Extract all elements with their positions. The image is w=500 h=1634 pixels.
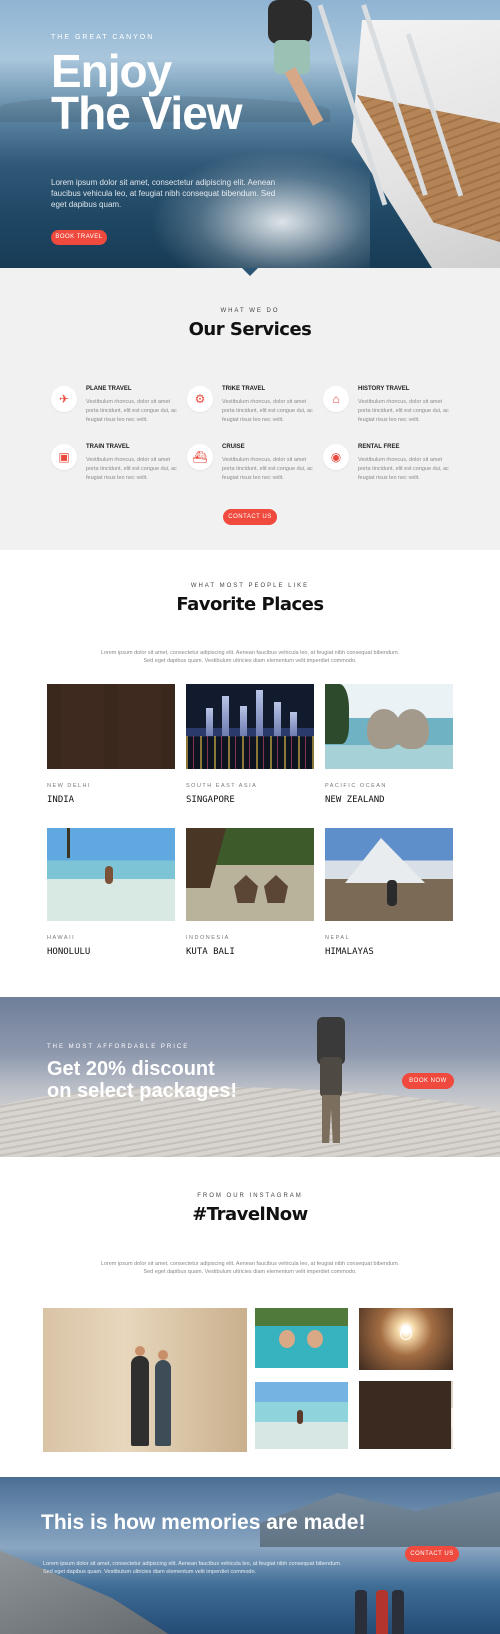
discount-title-line1: Get 20% discount bbox=[47, 1058, 215, 1080]
hiker-figure bbox=[355, 1590, 367, 1634]
place-image[interactable] bbox=[186, 828, 314, 921]
service-item: ⌂ HISTORY TRAVEL Vestibulum rhoncus, dol… bbox=[323, 386, 473, 436]
hiker-figure bbox=[392, 1590, 404, 1634]
place-name[interactable]: INDIA bbox=[47, 795, 175, 805]
discount-title: Get 20% discount on select packages! bbox=[47, 1058, 237, 1102]
service-item: ⚙ TRIKE TRAVEL Vestibulum rhoncus, dolor… bbox=[187, 386, 337, 436]
hiker-figure bbox=[312, 1017, 352, 1147]
places-title: Favorite Places bbox=[176, 594, 324, 615]
places-section: WHAT MOST PEOPLE LIKE Favorite Places Lo… bbox=[0, 550, 500, 997]
traveler-figure bbox=[262, 0, 324, 140]
service-name: HISTORY TRAVEL bbox=[358, 386, 410, 392]
service-desc: Vestibulum rhoncus, dolor sit amet porta… bbox=[86, 457, 177, 481]
instagram-title: #TravelNow bbox=[192, 1204, 308, 1225]
place-location: NEPAL bbox=[325, 935, 351, 941]
place-card[interactable]: NEPAL HIMALAYAS bbox=[325, 828, 453, 957]
place-image[interactable] bbox=[47, 684, 175, 769]
service-name: PLANE TRAVEL bbox=[86, 386, 132, 392]
services-eyebrow: WHAT WE DO bbox=[220, 308, 280, 314]
service-desc: Vestibulum rhoncus, dolor sit amet porta… bbox=[86, 399, 177, 423]
place-image[interactable] bbox=[325, 684, 453, 769]
services-title: Our Services bbox=[188, 319, 312, 340]
place-location: SOUTH EAST ASIA bbox=[186, 783, 258, 789]
car-icon: ◉ bbox=[323, 444, 349, 470]
place-name[interactable]: NEW ZEALAND bbox=[325, 795, 453, 805]
discount-title-line2: on select packages! bbox=[47, 1080, 238, 1102]
place-location: INDONESIA bbox=[186, 935, 230, 941]
place-image[interactable] bbox=[325, 828, 453, 921]
train-icon: ▣ bbox=[51, 444, 77, 470]
service-desc: Vestibulum rhoncus, dolor sit amet porta… bbox=[358, 399, 449, 423]
service-desc: Vestibulum rhoncus, dolor sit amet porta… bbox=[358, 457, 449, 481]
place-card[interactable]: INDONESIA KUTA BALI bbox=[186, 828, 314, 957]
hero-eyebrow: THE GREAT CANYON bbox=[51, 34, 155, 41]
instagram-photo[interactable] bbox=[255, 1308, 348, 1368]
service-item: ▣ TRAIN TRAVEL Vestibulum rhoncus, dolor… bbox=[51, 444, 201, 494]
discount-eyebrow: THE MOST AFFORDABLE PRICE bbox=[47, 1044, 190, 1050]
instagram-eyebrow: FROM OUR INSTAGRAM bbox=[197, 1193, 303, 1199]
place-name[interactable]: HONOLULU bbox=[47, 947, 175, 957]
instagram-photo[interactable] bbox=[43, 1308, 247, 1452]
hero-lead: Lorem ipsum dolor sit amet, consectetur … bbox=[51, 178, 276, 209]
place-name[interactable]: HIMALAYAS bbox=[325, 947, 453, 957]
place-location: HAWAII bbox=[47, 935, 76, 941]
service-name: CRUISE bbox=[222, 444, 245, 450]
place-location: NEW DELHI bbox=[47, 783, 92, 789]
instagram-photo[interactable] bbox=[359, 1308, 453, 1370]
service-desc: Vestibulum rhoncus, dolor sit amet porta… bbox=[222, 399, 313, 423]
place-card[interactable]: NEW DELHI INDIA bbox=[47, 684, 175, 805]
ship-icon: ⛴ bbox=[187, 444, 213, 470]
service-item: ◉ RENTAL FREE Vestibulum rhoncus, dolor … bbox=[323, 444, 473, 494]
hero-title-line2: The View bbox=[51, 87, 243, 139]
memories-title: This is how memories are made! bbox=[41, 1511, 366, 1534]
section-notch bbox=[242, 268, 258, 276]
place-image[interactable] bbox=[47, 828, 175, 921]
service-item: ✈ PLANE TRAVEL Vestibulum rhoncus, dolor… bbox=[51, 386, 201, 436]
book-travel-button[interactable]: BOOK TRAVEL bbox=[51, 230, 107, 245]
contact-us-button[interactable]: CONTACT US bbox=[223, 509, 277, 525]
service-item: ⛴ CRUISE Vestibulum rhoncus, dolor sit a… bbox=[187, 444, 337, 494]
hiker-figure bbox=[376, 1590, 388, 1634]
plane-icon: ✈ bbox=[51, 386, 77, 412]
service-desc: Vestibulum rhoncus, dolor sit amet porta… bbox=[222, 457, 313, 481]
instagram-intro: Lorem ipsum dolor sit amet, consectetur … bbox=[100, 1261, 400, 1275]
place-card[interactable]: SOUTH EAST ASIA SINGAPORE bbox=[186, 684, 314, 805]
hero-section: THE GREAT CANYON Enjoy The View Lorem ip… bbox=[0, 0, 500, 268]
place-image[interactable] bbox=[186, 684, 314, 769]
instagram-photo[interactable] bbox=[255, 1382, 348, 1449]
book-now-button[interactable]: BOOK NOW bbox=[402, 1073, 454, 1089]
place-name[interactable]: KUTA BALI bbox=[186, 947, 314, 957]
place-location: PACIFIC OCEAN bbox=[325, 783, 387, 789]
memories-lead: Lorem ipsum dolor sit amet, consectetur … bbox=[43, 1561, 342, 1575]
place-card[interactable]: PACIFIC OCEAN NEW ZEALAND bbox=[325, 684, 453, 805]
service-name: TRIKE TRAVEL bbox=[222, 386, 266, 392]
instagram-photo[interactable] bbox=[359, 1381, 453, 1449]
service-name: TRAIN TRAVEL bbox=[86, 444, 130, 450]
service-name: RENTAL FREE bbox=[358, 444, 400, 450]
contact-us-button[interactable]: CONTACT US bbox=[405, 1546, 459, 1562]
temple-icon: ⌂ bbox=[323, 386, 349, 412]
hero-title: Enjoy The View bbox=[51, 48, 243, 136]
place-card[interactable]: HAWAII HONOLULU bbox=[47, 828, 175, 957]
play-icon[interactable] bbox=[400, 1328, 412, 1340]
place-name[interactable]: SINGAPORE bbox=[186, 795, 314, 805]
places-eyebrow: WHAT MOST PEOPLE LIKE bbox=[190, 583, 310, 589]
motorcycle-icon: ⚙ bbox=[187, 386, 213, 412]
places-intro: Lorem ipsum dolor sit amet, consectetur … bbox=[100, 650, 400, 664]
